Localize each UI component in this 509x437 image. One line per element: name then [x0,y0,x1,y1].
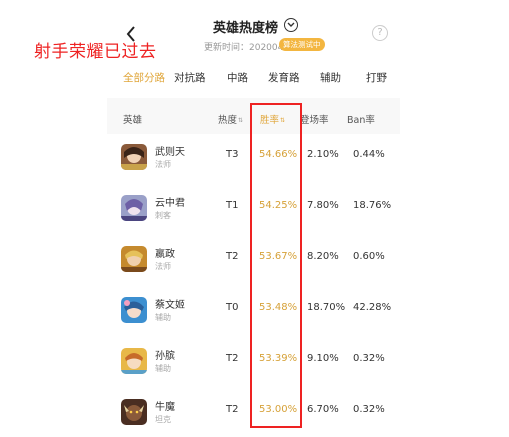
ban-rate-value: 42.28% [353,302,392,313]
hero-avatar [121,144,147,170]
tab-clash-lane[interactable]: 对抗路 [174,70,206,85]
ban-rate-value: 18.76% [353,200,392,211]
right-background [400,0,509,437]
annotation-text: 射手荣耀已过去 [34,42,157,62]
appear-rate-value: 2.10% [307,149,339,160]
hero-role: 坦克 [155,415,171,424]
sort-icon: ⇅ [238,116,244,124]
tab-jungle[interactable]: 打野 [366,70,387,85]
hero-role: 刺客 [155,211,171,220]
hero-name: 武则天 [155,147,185,158]
hero-role: 辅助 [155,313,171,322]
tab-farm-lane[interactable]: 发育路 [268,70,300,85]
hero-role: 法师 [155,262,171,271]
column-appear-rate[interactable]: 登场率 [300,112,329,126]
hero-role: 辅助 [155,364,171,373]
hero-name: 孙膑 [155,351,175,362]
appear-rate-value: 8.20% [307,251,339,262]
lane-tabs: 全部分路 对抗路 中路 发育路 辅助 打野 [0,70,509,90]
ban-rate-value: 0.44% [353,149,385,160]
column-heat[interactable]: 热度⇅ [218,112,243,126]
heat-value: T2 [226,404,239,415]
heat-value: T3 [226,149,239,160]
ban-rate-value: 0.32% [353,404,385,415]
ban-rate-value: 0.32% [353,353,385,364]
page-title: 英雄热度榜 [213,21,279,36]
heat-value: T1 [226,200,239,211]
hero-name: 嬴政 [155,249,175,260]
appear-rate-value: 18.70% [307,302,346,313]
column-hero: 英雄 [123,115,143,126]
hero-name: 云中君 [155,198,185,209]
appear-rate-value: 9.10% [307,353,339,364]
heat-value: T2 [226,353,239,364]
hero-avatar [121,348,147,374]
appear-rate-value: 7.80% [307,200,339,211]
column-ban-rate[interactable]: Ban率 [347,112,375,126]
help-icon[interactable]: ? [372,25,388,41]
hero-avatar [121,399,147,425]
hero-avatar [121,246,147,272]
hero-avatar [121,297,147,323]
win-rate-highlight-box [250,103,302,428]
hero-avatar [121,195,147,221]
tab-all-lanes[interactable]: 全部分路 [123,70,165,85]
status-badge: 算法测试中 [279,38,325,51]
hero-name: 牛魔 [155,402,175,413]
appear-rate-value: 6.70% [307,404,339,415]
tab-support[interactable]: 辅助 [320,70,341,85]
tab-mid-lane[interactable]: 中路 [227,70,248,85]
ban-rate-value: 0.60% [353,251,385,262]
left-background [0,0,107,437]
hero-name: 蔡文姬 [155,300,185,311]
heat-value: T0 [226,302,239,313]
hero-role: 法师 [155,160,171,169]
chevron-down-icon[interactable] [284,18,298,32]
heat-value: T2 [226,251,239,262]
